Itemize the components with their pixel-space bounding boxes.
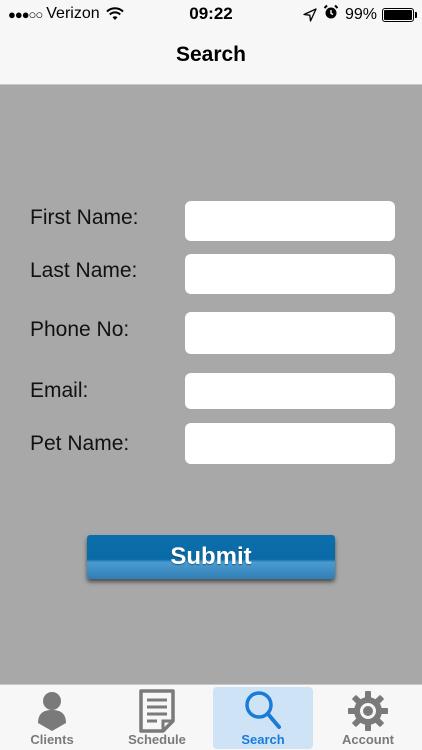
navigation-bar: Search (0, 30, 422, 85)
status-bar: ●●●○○ Verizon 09:22 99% (0, 0, 422, 30)
phone-number-input[interactable] (185, 312, 395, 354)
tab-search[interactable]: Search (213, 687, 313, 749)
last-name-input[interactable] (185, 254, 395, 294)
battery-percent: 99% (344, 5, 377, 23)
last-name-label: Last Name: (30, 259, 138, 282)
location-arrow-icon (303, 7, 317, 22)
document-icon (139, 689, 175, 733)
submit-button[interactable]: Submit (87, 535, 335, 579)
tab-schedule[interactable]: Schedule (107, 687, 207, 749)
first-name-label: First Name: (30, 206, 139, 229)
pet-name-label: Pet Name: (30, 432, 130, 455)
battery-level (384, 9, 412, 20)
tab-clients[interactable]: Clients (2, 687, 102, 749)
battery-icon (382, 7, 417, 22)
tab-schedule-label: Schedule (128, 732, 186, 747)
tab-bar: Clients Schedule Search Account (0, 684, 422, 750)
search-icon (245, 691, 281, 729)
phone-number-label: Phone No: (30, 318, 130, 341)
tab-clients-label: Clients (30, 732, 74, 747)
tab-search-label: Search (241, 732, 285, 747)
status-right: 99% (303, 4, 417, 25)
page-title: Search (175, 43, 247, 66)
pet-name-input[interactable] (185, 423, 395, 464)
gear-icon (348, 691, 388, 731)
alarm-clock-icon (323, 4, 339, 25)
search-form: First Name: Last Name: Phone No: Email: … (0, 85, 422, 684)
tab-account[interactable]: Account (318, 687, 418, 749)
email-label: Email: (30, 379, 89, 402)
tab-account-label: Account (342, 732, 394, 747)
first-name-input[interactable] (185, 201, 395, 241)
email-input[interactable] (185, 373, 395, 409)
person-icon (38, 692, 66, 731)
